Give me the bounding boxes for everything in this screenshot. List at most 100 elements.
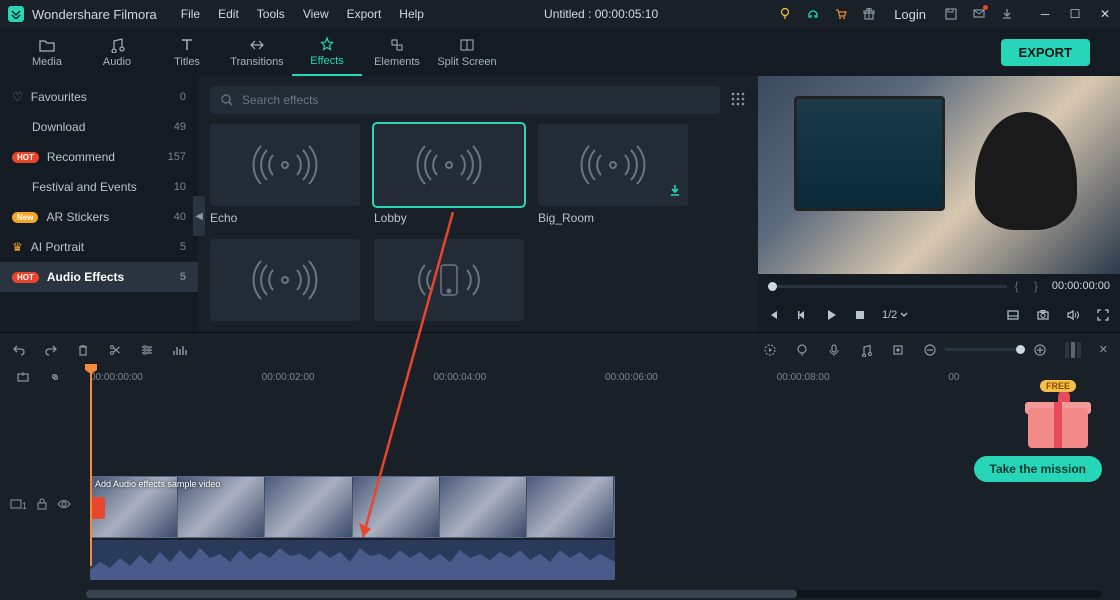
lightbulb-icon[interactable] — [778, 7, 792, 21]
link-button[interactable] — [48, 370, 62, 387]
add-track-button[interactable] — [16, 370, 30, 387]
sidebar-item-ar-stickers[interactable]: NewAR Stickers40 — [0, 202, 198, 232]
menu-export[interactable]: Export — [347, 7, 382, 21]
soundwave-icon — [235, 140, 335, 190]
preview-scrubber[interactable] — [768, 285, 1007, 288]
render-button[interactable] — [763, 343, 777, 357]
login-link[interactable]: Login — [894, 7, 926, 22]
keyframe-button[interactable] — [891, 343, 905, 357]
main-tabs: Media Audio Titles Transitions Effects E… — [0, 28, 1120, 76]
menu-edit[interactable]: Edit — [218, 7, 239, 21]
stop-button[interactable] — [854, 309, 866, 321]
audio-waveform[interactable] — [90, 540, 615, 580]
gift-promo: FREE — [1022, 378, 1094, 448]
gift-box-icon[interactable] — [1028, 392, 1088, 448]
tab-elements[interactable]: Elements — [362, 28, 432, 76]
lock-icon[interactable] — [37, 498, 47, 513]
sidebar-collapse-handle[interactable]: ◀ — [193, 196, 205, 236]
gift-icon[interactable] — [862, 7, 876, 21]
tab-transitions[interactable]: Transitions — [222, 28, 292, 76]
tab-effects[interactable]: Effects — [292, 28, 362, 76]
volume-icon[interactable] — [1066, 308, 1080, 322]
effects-panel: Search effects Echo Lobby Big_Room — [198, 76, 758, 332]
zoom-slider[interactable] — [945, 348, 1025, 351]
delete-button[interactable] — [76, 343, 90, 357]
settings-button[interactable] — [140, 343, 154, 357]
zoom-out-button[interactable] — [923, 343, 937, 357]
music-button[interactable] — [859, 343, 873, 357]
menu-file[interactable]: File — [181, 7, 200, 21]
tab-media[interactable]: Media — [12, 28, 82, 76]
export-button[interactable]: EXPORT — [1001, 39, 1090, 66]
phone-soundwave-icon — [399, 255, 499, 305]
cart-icon[interactable] — [834, 7, 848, 21]
take-mission-button[interactable]: Take the mission — [974, 456, 1102, 482]
app-name: Wondershare Filmora — [32, 7, 157, 22]
message-icon[interactable] — [972, 7, 986, 21]
split-screen-icon — [458, 36, 476, 54]
voiceover-button[interactable] — [827, 343, 841, 357]
free-badge: FREE — [1040, 380, 1076, 392]
sidebar-item-recommend[interactable]: HOTRecommend157 — [0, 142, 198, 172]
minimize-button[interactable]: ─ — [1038, 7, 1052, 21]
zoom-to-fit-button[interactable] — [1065, 342, 1081, 358]
heart-icon: ♡ — [12, 90, 23, 104]
split-button[interactable] — [108, 343, 122, 357]
sidebar-item-audio-effects[interactable]: HOTAudio Effects5 — [0, 262, 198, 292]
tab-audio[interactable]: Audio — [82, 28, 152, 76]
menu-view[interactable]: View — [303, 7, 329, 21]
maximize-button[interactable]: ☐ — [1068, 7, 1082, 21]
download-icon[interactable] — [1000, 7, 1014, 21]
effect-card-big-room[interactable]: Big_Room — [538, 124, 688, 225]
menu-help[interactable]: Help — [399, 7, 424, 21]
playhead[interactable] — [90, 366, 92, 566]
search-input[interactable]: Search effects — [210, 86, 720, 114]
play-button[interactable] — [824, 308, 838, 322]
timeline-toolbar: ✕ — [0, 332, 1120, 366]
effect-card-4[interactable] — [210, 239, 360, 321]
fullscreen-icon[interactable] — [1096, 308, 1110, 322]
close-button[interactable]: ✕ — [1098, 7, 1112, 21]
prev-frame-button[interactable] — [768, 309, 780, 321]
headset-icon[interactable] — [806, 7, 820, 21]
effects-icon — [318, 35, 336, 53]
sidebar-item-download[interactable]: Download49 — [0, 112, 198, 142]
tab-titles[interactable]: Titles — [152, 28, 222, 76]
marker-braces-icon[interactable]: { } — [1015, 279, 1044, 293]
timeline-tracks: 1 Add Audio effects sample video — [0, 388, 1120, 600]
tab-split-screen[interactable]: Split Screen — [432, 28, 502, 76]
effect-card-phone[interactable] — [374, 239, 524, 321]
redo-button[interactable] — [44, 343, 58, 357]
preview-timecode: 00:00:00:00 — [1052, 280, 1110, 292]
eye-icon[interactable] — [57, 499, 71, 512]
audio-mixer-button[interactable] — [172, 343, 188, 357]
grid-view-icon[interactable] — [730, 91, 746, 110]
music-icon — [108, 36, 126, 54]
timeline-scrollbar[interactable] — [86, 590, 1102, 598]
sidebar-item-ai-portrait[interactable]: ♛AI Portrait5 — [0, 232, 198, 262]
timeline-ruler[interactable]: 00:00:00:00 00:00:02:00 00:00:04:00 00:0… — [0, 366, 1120, 388]
sidebar-item-festival[interactable]: Festival and Events10 — [0, 172, 198, 202]
undo-button[interactable] — [12, 343, 26, 357]
sidebar-item-favourites[interactable]: ♡Favourites0 — [0, 82, 198, 112]
download-icon — [668, 183, 682, 200]
search-icon — [220, 93, 234, 107]
video-clip[interactable]: Add Audio effects sample video — [90, 476, 615, 538]
save-icon[interactable] — [944, 7, 958, 21]
quality-icon[interactable] — [1006, 308, 1020, 322]
folder-icon — [38, 36, 56, 54]
preview-scale[interactable]: 1/2 — [882, 309, 908, 321]
elements-icon — [388, 36, 406, 54]
sidebar: ♡Favourites0 Download49 HOTRecommend157 … — [0, 76, 198, 332]
track-video-icon[interactable]: 1 — [10, 499, 27, 512]
close-panel-button[interactable]: ✕ — [1099, 343, 1108, 356]
step-back-button[interactable] — [796, 309, 808, 321]
zoom-in-button[interactable] — [1033, 343, 1047, 357]
soundwave-icon — [399, 140, 499, 190]
effect-card-echo[interactable]: Echo — [210, 124, 360, 225]
preview-video[interactable] — [758, 76, 1120, 274]
snapshot-icon[interactable] — [1036, 308, 1050, 322]
effect-card-lobby[interactable]: Lobby — [374, 124, 524, 225]
menu-tools[interactable]: Tools — [257, 7, 285, 21]
marker-button[interactable] — [795, 343, 809, 357]
